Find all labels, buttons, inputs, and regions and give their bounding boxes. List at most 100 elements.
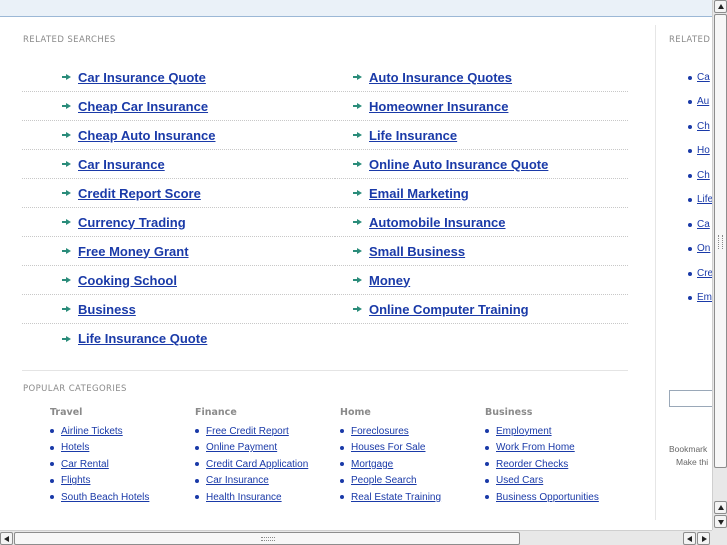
category-link[interactable]: Hotels [61,442,89,453]
category-item[interactable]: People Search [340,473,480,490]
sidebar-link[interactable]: Life [688,194,712,205]
related-search-link[interactable]: Business [78,302,136,317]
scroll-right-button[interactable] [697,532,710,545]
sidebar-link-label[interactable]: Em [697,292,712,303]
sidebar-link[interactable]: Ca [688,219,710,230]
category-item[interactable]: Houses For Sale [340,440,480,457]
category-item[interactable]: Business Opportunities [485,489,625,506]
related-search-item[interactable]: Cooking School [22,266,335,295]
category-link[interactable]: Houses For Sale [351,442,425,453]
related-search-link[interactable]: Currency Trading [78,215,186,230]
related-search-link[interactable]: Email Marketing [369,186,469,201]
related-search-link[interactable]: Small Business [369,244,465,259]
horizontal-scroll-thumb[interactable] [14,532,520,545]
category-link[interactable]: Airline Tickets [61,426,123,437]
category-link[interactable]: Health Insurance [206,492,282,503]
related-search-item[interactable]: Currency Trading [22,208,335,237]
category-link[interactable]: Flights [61,475,90,486]
related-search-link[interactable]: Life Insurance [369,128,457,143]
related-search-item[interactable]: Online Computer Training [335,295,628,324]
related-search-item[interactable]: Car Insurance [22,150,335,179]
related-search-item[interactable]: Car Insurance Quote [22,63,335,92]
category-link[interactable]: Free Credit Report [206,426,289,437]
category-link[interactable]: Mortgage [351,459,393,470]
related-search-item[interactable]: Life Insurance [335,121,628,150]
category-item[interactable]: Employment [485,423,625,440]
category-item[interactable]: Used Cars [485,473,625,490]
related-search-link[interactable]: Cooking School [78,273,177,288]
sidebar-link[interactable]: Em [688,292,712,303]
related-search-item[interactable]: Auto Insurance Quotes [335,63,628,92]
related-search-item[interactable]: Free Money Grant [22,237,335,266]
sidebar-link[interactable]: Ch [688,170,710,181]
make-homepage-text[interactable]: Make thi [676,457,708,467]
related-search-item[interactable]: Business [22,295,335,324]
related-search-item[interactable]: Life Insurance Quote [22,324,335,353]
sidebar-link[interactable]: On [688,243,710,254]
related-search-link[interactable]: Free Money Grant [78,244,189,259]
category-link[interactable]: Work From Home [496,442,575,453]
category-link[interactable]: Online Payment [206,442,277,453]
sidebar-link-label[interactable]: Ch [697,170,710,181]
category-item[interactable]: Flights [50,473,190,490]
scroll-up-button[interactable] [714,0,727,13]
sidebar-search-input[interactable] [669,390,712,407]
category-item[interactable]: Credit Card Application [195,456,335,473]
category-item[interactable]: Car Rental [50,456,190,473]
category-link[interactable]: Employment [496,426,552,437]
vertical-scroll-thumb[interactable] [714,14,727,468]
horizontal-scrollbar[interactable] [0,530,712,545]
category-item[interactable]: Reorder Checks [485,456,625,473]
category-link[interactable]: Foreclosures [351,426,409,437]
sidebar-link-label[interactable]: Ch [697,121,710,132]
sidebar-link[interactable]: Cre [688,268,712,279]
related-search-link[interactable]: Cheap Car Insurance [78,99,208,114]
sidebar-link-label[interactable]: Cre [697,268,712,279]
related-search-link[interactable]: Online Auto Insurance Quote [369,157,548,172]
category-link[interactable]: People Search [351,475,417,486]
related-search-item[interactable]: Homeowner Insurance [335,92,628,121]
scroll-left-button[interactable] [0,532,13,545]
related-search-item[interactable]: Online Auto Insurance Quote [335,150,628,179]
sidebar-link-label[interactable]: Ca [697,219,710,230]
category-item[interactable]: Airline Tickets [50,423,190,440]
category-item[interactable]: South Beach Hotels [50,489,190,506]
category-item[interactable]: Real Estate Training [340,489,480,506]
category-link[interactable]: Car Insurance [206,475,269,486]
category-item[interactable]: Free Credit Report [195,423,335,440]
category-link[interactable]: Car Rental [61,459,109,470]
related-search-link[interactable]: Cheap Auto Insurance [78,128,215,143]
related-search-item[interactable]: Email Marketing [335,179,628,208]
sidebar-link[interactable]: Au [688,96,709,107]
scroll-up-button-secondary[interactable] [714,501,727,514]
related-search-link[interactable]: Car Insurance [78,157,165,172]
related-search-link[interactable]: Car Insurance Quote [78,70,206,85]
category-item[interactable]: Foreclosures [340,423,480,440]
related-search-item[interactable]: Credit Report Score [22,179,335,208]
related-search-item[interactable]: Small Business [335,237,628,266]
category-link[interactable]: Business Opportunities [496,492,599,503]
category-item[interactable]: Work From Home [485,440,625,457]
related-search-link[interactable]: Credit Report Score [78,186,201,201]
related-search-item[interactable]: Automobile Insurance [335,208,628,237]
sidebar-link-label[interactable]: On [697,243,710,254]
related-search-link[interactable]: Homeowner Insurance [369,99,508,114]
category-item[interactable]: Mortgage [340,456,480,473]
vertical-scrollbar[interactable] [712,0,727,530]
scroll-down-button[interactable] [714,515,727,528]
category-item[interactable]: Health Insurance [195,489,335,506]
category-item[interactable]: Car Insurance [195,473,335,490]
category-link[interactable]: South Beach Hotels [61,492,149,503]
related-search-link[interactable]: Money [369,273,410,288]
related-search-link[interactable]: Auto Insurance Quotes [369,70,512,85]
sidebar-link-label[interactable]: Au [697,96,709,107]
category-link[interactable]: Used Cars [496,475,543,486]
sidebar-link-label[interactable]: Ho [697,145,710,156]
related-search-link[interactable]: Life Insurance Quote [78,331,207,346]
related-search-item[interactable]: Money [335,266,628,295]
category-link[interactable]: Credit Card Application [206,459,308,470]
related-search-item[interactable]: Cheap Auto Insurance [22,121,335,150]
sidebar-link-label[interactable]: Ca [697,72,710,83]
category-link[interactable]: Reorder Checks [496,459,568,470]
related-search-item[interactable]: Cheap Car Insurance [22,92,335,121]
